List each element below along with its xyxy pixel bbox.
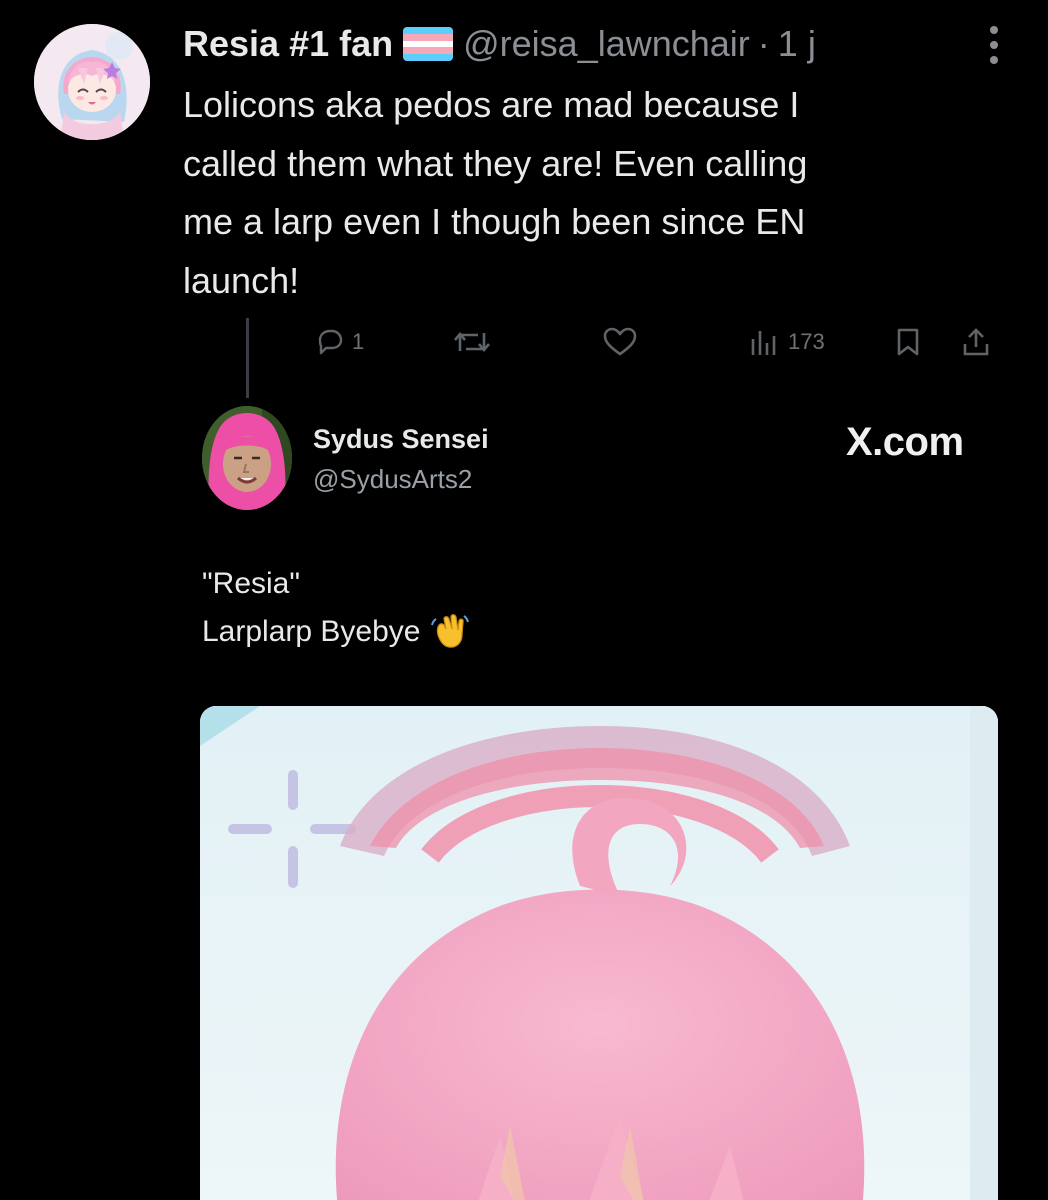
share-button[interactable]: [960, 322, 992, 362]
author-display-name[interactable]: Resia #1 fan: [183, 23, 393, 65]
quoted-body-text: "Resia" Larplarp Byebye: [202, 560, 470, 656]
like-button[interactable]: [602, 322, 638, 362]
quoted-text-line2: Larplarp Byebye: [202, 615, 421, 648]
author-handle[interactable]: @reisa_lawnchair: [463, 23, 750, 65]
bookmark-icon: [897, 328, 919, 356]
views-count: 173: [788, 329, 825, 354]
tweet-header: Resia #1 fan @reisa_lawnchair · 1 j: [183, 22, 816, 66]
quoted-handle[interactable]: @SydusArts2: [313, 464, 472, 495]
quoted-text-line1: "Resia": [202, 567, 300, 600]
pink-hood-man-avatar-image: [202, 406, 292, 510]
share-icon: [963, 328, 989, 356]
reply-count: 1: [352, 329, 365, 354]
author-avatar[interactable]: [34, 24, 150, 140]
quoted-media-image[interactable]: [200, 706, 998, 1200]
pink-plush-image: [200, 706, 998, 1200]
quoted-display-name[interactable]: Sydus Sensei: [313, 424, 489, 455]
waving-hand-emoji-icon: [431, 614, 470, 648]
quoted-author-avatar[interactable]: [202, 406, 292, 510]
separator-dot: ·: [757, 23, 770, 64]
tweet-body-text: Lolicons aka pedos are mad because I cal…: [183, 84, 808, 301]
bookmark-button[interactable]: [894, 322, 922, 362]
views-chart-icon: [751, 331, 776, 355]
more-options-icon[interactable]: [986, 26, 1002, 64]
reply-button[interactable]: 1: [314, 322, 364, 362]
views-button[interactable]: 173: [748, 322, 825, 362]
reply-icon: [318, 329, 343, 355]
heart-icon: [603, 327, 637, 356]
quoted-text-line2-row: Larplarp Byebye: [202, 608, 470, 656]
thread-connector-line: [246, 318, 249, 398]
transgender-flag-icon: [403, 27, 454, 61]
tweet-screenshot: Resia #1 fan @reisa_lawnchair · 1 j Loli…: [0, 0, 1048, 1200]
x-brand-label: X.com: [846, 420, 964, 464]
retweet-icon: [454, 331, 490, 353]
retweet-button[interactable]: [452, 322, 492, 362]
anime-avatar-image: [34, 24, 150, 140]
tweet-timestamp[interactable]: 1 j: [778, 23, 816, 65]
